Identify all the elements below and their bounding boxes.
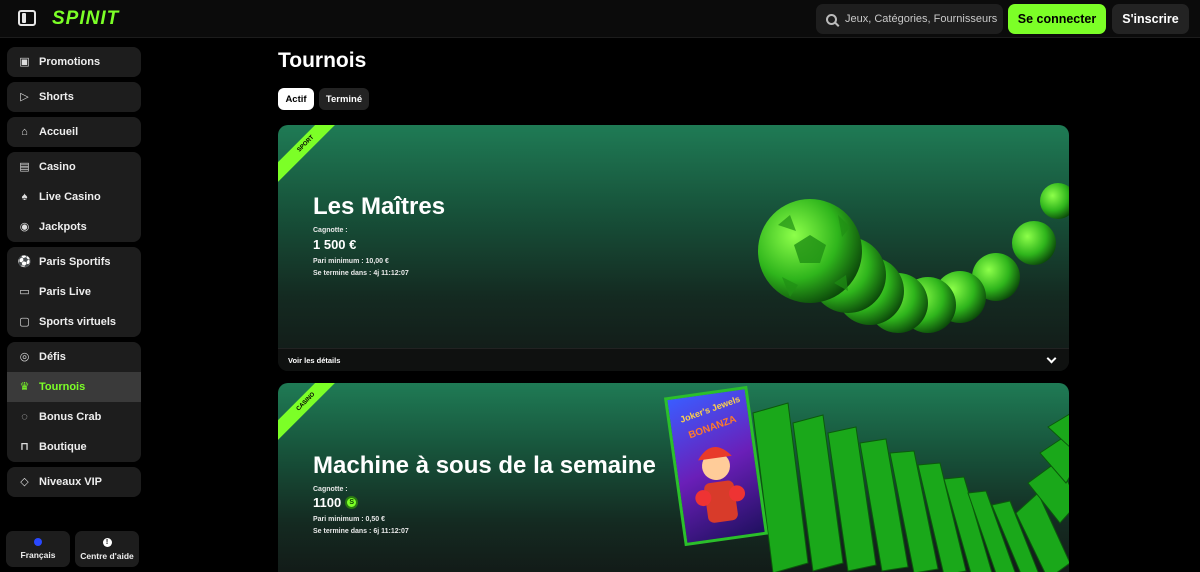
sidebar-item-label: Live Casino (39, 191, 101, 203)
tournament-card-slot-of-week[interactable]: CASINO Joker's Jewels BONANZA Machine à … (278, 383, 1069, 572)
min-bet-row: Pari minimum : 0,50 € (313, 516, 385, 523)
category-tag: SPORT (278, 125, 338, 185)
min-bet-label: Pari minimum : (313, 516, 364, 523)
sidebar-group-casino: ▤ Casino ♠ Live Casino ◉ Jackpots (7, 152, 141, 242)
sidebar-item-paris-live[interactable]: ▭ Paris Live (7, 277, 141, 307)
tag-icon: ▣ (19, 55, 30, 68)
ends-value: 6j 11:12:07 (373, 528, 409, 535)
page-title: Tournois (278, 49, 367, 72)
min-bet-label: Pari minimum : (313, 258, 364, 265)
sidebar-group-sports: ⚽ Paris Sportifs ▭ Paris Live ▢ Sports v… (7, 247, 141, 337)
details-toggle[interactable]: Voir les détails (278, 348, 1069, 371)
sidebar-item-niveaux-vip[interactable]: ◇ Niveaux VIP (7, 467, 141, 497)
top-bar: SPINIT Jeux, Catégories, Fournisseurs Se… (0, 0, 1200, 38)
prize-value: 1 500 € (313, 237, 357, 252)
ball-icon: ⚽ (17, 255, 32, 268)
sidebar-item-defis[interactable]: ◎ Défis (7, 342, 141, 372)
ends-row: Se termine dans : 4j 11:12:07 (313, 270, 409, 277)
sidebar-item-label: Accueil (39, 126, 79, 138)
language-label: Français (20, 550, 56, 560)
sidebar-item-label: Sports virtuels (39, 316, 117, 328)
jester-character (695, 447, 746, 523)
sidebar-item-paris-sportifs[interactable]: ⚽ Paris Sportifs (7, 247, 141, 277)
sidebar-item-live-casino[interactable]: ♠ Live Casino (7, 182, 141, 212)
logo[interactable]: SPINIT (52, 8, 119, 30)
sidebar-item-label: Boutique (39, 441, 87, 453)
cards-icon: ♠ (21, 190, 28, 203)
slot-icon: ▤ (19, 160, 30, 173)
sidebar-item-label: Promotions (39, 56, 101, 68)
play-icon: ▷ (20, 90, 29, 103)
crab-icon: ◌ (21, 410, 28, 423)
sidebar-item-casino[interactable]: ▤ Casino (7, 152, 141, 182)
sidebar-item-bonus-crab[interactable]: ◌ Bonus Crab (7, 402, 141, 432)
monitor-icon: ▢ (19, 315, 30, 328)
sidebar-item-boutique[interactable]: ⊓ Boutique (7, 432, 141, 462)
jackpot-icon: ◉ (19, 220, 30, 233)
prize-label: Cagnotte : (313, 486, 348, 493)
sidebar: ▣ Promotions ▷ Shorts ⌂ Accueil ▤ Casino… (0, 39, 150, 572)
badge-icon: ◎ (19, 350, 30, 363)
tournament-title: Machine à sous de la semaine (313, 452, 656, 479)
sidebar-item-sports-virtuels[interactable]: ▢ Sports virtuels (7, 307, 141, 337)
sidebar-item-jackpots[interactable]: ◉ Jackpots (7, 212, 141, 242)
globe-icon (34, 538, 42, 546)
sidebar-item-label: Jackpots (39, 221, 87, 233)
category-tag: CASINO (278, 383, 338, 443)
help-label: Centre d'aide (80, 550, 134, 561)
search-placeholder: Jeux, Catégories, Fournisseurs (845, 13, 998, 25)
sidebar-group-rewards: ◎ Défis ♛ Tournois ◌ Bonus Crab ⊓ Boutiq… (7, 342, 141, 462)
sidebar-item-label: Niveaux VIP (39, 476, 102, 488)
chevron-down-icon (1046, 353, 1057, 364)
prize-row: 1100 S (313, 495, 359, 510)
min-bet-row: Pari minimum : 10,00 € (313, 258, 389, 265)
tab-actif[interactable]: Actif (278, 88, 314, 110)
help-center-button[interactable]: ! Centre d'aide (75, 531, 139, 567)
sidebar-item-label: Casino (39, 161, 76, 173)
sidebar-group-home: ⌂ Accueil (7, 117, 141, 147)
diamond-icon: ◇ (20, 475, 29, 488)
signup-button[interactable]: S'inscrire (1112, 4, 1189, 34)
category-ribbon: CASINO (278, 383, 338, 443)
ends-label: Se termine dans : (313, 270, 372, 277)
trophy-icon: ♛ (19, 380, 30, 393)
info-icon: ! (102, 537, 112, 547)
min-bet-value: 10,00 € (365, 258, 389, 265)
spin-coin-icon: S (345, 496, 359, 509)
ends-row: Se termine dans : 6j 11:12:07 (313, 528, 409, 535)
bag-icon: ⊓ (20, 440, 29, 453)
sidebar-item-label: Paris Sportifs (39, 256, 111, 268)
sidebar-item-promotions[interactable]: ▣ Promotions (7, 47, 141, 77)
sidebar-item-label: Tournois (39, 381, 86, 393)
sidebar-item-tournois[interactable]: ♛ Tournois (7, 372, 141, 402)
ends-label: Se termine dans : (313, 528, 372, 535)
tournament-card-les-maitres[interactable]: SPORT Les Maîtres Cagnotte : 1 500 € Par… (278, 125, 1069, 371)
ends-value: 4j 11:12:07 (373, 270, 409, 277)
live-icon: ▭ (19, 285, 30, 298)
home-icon: ⌂ (21, 125, 28, 138)
soccer-balls-artwork (758, 183, 1069, 333)
sidebar-item-label: Bonus Crab (39, 411, 102, 423)
tournament-title: Les Maîtres (313, 193, 446, 220)
prize-value: 1100 (313, 495, 342, 510)
sidebar-group-vip: ◇ Niveaux VIP (7, 467, 141, 497)
sidebar-item-label: Défis (39, 351, 66, 363)
sidebar-group-promotions: ▣ Promotions (7, 47, 141, 77)
tab-termine[interactable]: Terminé (319, 88, 369, 110)
login-button[interactable]: Se connecter (1008, 4, 1106, 34)
sidebar-item-label: Shorts (39, 91, 74, 103)
details-label: Voir les détails (288, 355, 341, 365)
category-ribbon: SPORT (278, 125, 338, 185)
sidebar-item-accueil[interactable]: ⌂ Accueil (7, 117, 141, 147)
sidebar-item-shorts[interactable]: ▷ Shorts (7, 82, 141, 112)
min-bet-value: 0,50 € (365, 516, 385, 523)
search-icon (826, 13, 837, 25)
sidebar-toggle-icon[interactable] (18, 10, 36, 26)
search-input[interactable]: Jeux, Catégories, Fournisseurs (816, 4, 1003, 34)
language-button[interactable]: Français (6, 531, 70, 567)
sidebar-group-shorts: ▷ Shorts (7, 82, 141, 112)
prize-label: Cagnotte : (313, 227, 348, 234)
sidebar-item-label: Paris Live (39, 286, 91, 298)
green-panels-artwork (752, 402, 1069, 572)
